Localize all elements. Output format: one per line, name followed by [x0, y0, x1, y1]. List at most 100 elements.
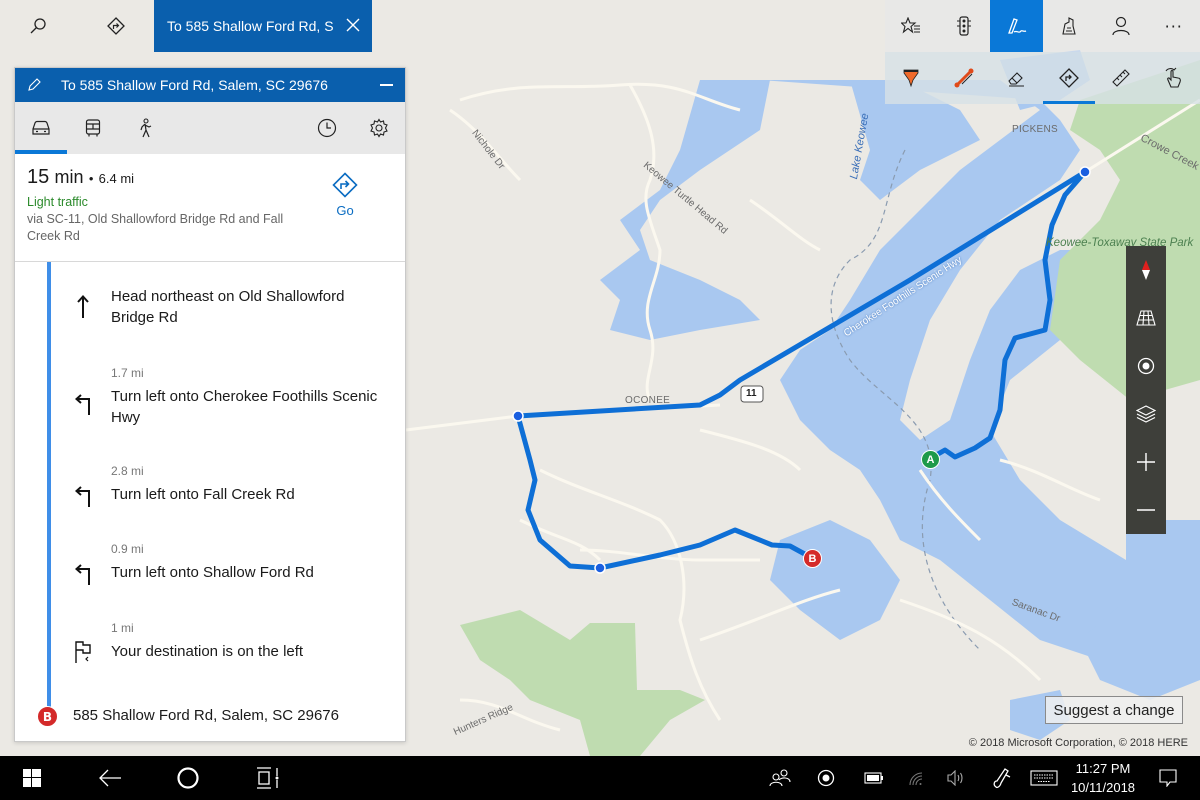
3d-cities-icon	[1062, 17, 1076, 35]
destination-address: 585 Shallow Ford Rd, Salem, SC 29676	[73, 707, 339, 724]
volume-icon	[947, 770, 963, 786]
touch-keyboard-button[interactable]	[1026, 756, 1062, 800]
destination-badge: B	[37, 706, 58, 727]
mode-drive-tab[interactable]	[15, 102, 67, 154]
cortana-icon	[177, 767, 199, 789]
arrow-up-icon	[73, 294, 93, 320]
ink-button[interactable]	[990, 0, 1043, 52]
step-instruction: Your destination is on the left	[111, 643, 304, 660]
directions-panel: To 585 Shallow Ford Rd, Salem, SC 29676 …	[14, 67, 406, 742]
go-label: Go	[336, 203, 354, 218]
mode-transit-tab[interactable]	[67, 102, 119, 154]
measure-icon	[954, 68, 974, 88]
panel-title: To 585 Shallow Ford Rd, Salem, SC 29676	[61, 77, 328, 93]
park-south	[460, 610, 705, 756]
people-button[interactable]	[762, 756, 798, 800]
record-icon	[817, 769, 835, 787]
map-layers-button[interactable]	[1126, 390, 1166, 438]
people-icon	[769, 769, 791, 787]
map-label-pickens: PICKENS	[1012, 124, 1059, 135]
close-tab-button[interactable]	[342, 14, 364, 36]
step-distance: 2.8 mi	[111, 464, 144, 478]
clock-time: 11:27 PM	[1075, 761, 1131, 776]
depart-time-button[interactable]	[301, 102, 353, 154]
more-button[interactable]: ···	[1148, 0, 1200, 52]
windows-ink-button[interactable]	[984, 756, 1020, 800]
volume-button[interactable]	[938, 756, 974, 800]
gear-icon	[370, 118, 388, 138]
zoom-in-button[interactable]	[1126, 438, 1166, 486]
start-marker[interactable]: A	[921, 450, 940, 469]
route-time-value: 15	[27, 166, 50, 188]
wifi-icon	[909, 772, 923, 786]
map-copyright: © 2018 Microsoft Corporation, © 2018 HER…	[968, 737, 1188, 749]
clock-date: 10/11/2018	[1070, 780, 1136, 795]
more-icon: ···	[1164, 16, 1183, 36]
account-button[interactable]	[1095, 0, 1148, 52]
destination-flag-icon	[73, 639, 93, 665]
back-button[interactable]	[88, 756, 132, 800]
ink-directions-button[interactable]	[1042, 52, 1096, 104]
navigate-icon	[332, 172, 358, 198]
start-button[interactable]	[12, 756, 52, 800]
measure-button[interactable]	[938, 52, 991, 104]
end-marker[interactable]: B	[803, 549, 822, 568]
edit-route-button[interactable]	[15, 78, 53, 92]
traffic-button[interactable]	[938, 0, 991, 52]
compass-button[interactable]	[1126, 246, 1166, 294]
system-clock[interactable]: 11:27 PM 10/11/2018	[1060, 759, 1146, 797]
ruler-button[interactable]	[1095, 52, 1148, 104]
ink-toolbar	[885, 52, 1200, 104]
step-instruction: Head northeast on Old Shallowford Bridge…	[111, 288, 345, 326]
route-summary[interactable]: 15 min • 6.4 mi Light traffic via SC-11,…	[15, 154, 405, 262]
directions-tab[interactable]: To 585 Shallow Ford Rd, Sale	[154, 0, 372, 52]
minimize-button[interactable]	[380, 84, 393, 86]
search-icon	[30, 18, 46, 34]
route-options-button[interactable]	[353, 102, 405, 154]
car-icon	[32, 120, 50, 135]
wifi-button[interactable]	[898, 756, 934, 800]
route-shield-label: 11	[746, 388, 757, 399]
waypoint-2	[512, 410, 524, 422]
plus-icon	[1137, 453, 1155, 471]
tilt-icon	[1136, 310, 1156, 326]
waypoint-1	[1079, 166, 1091, 178]
step-distance: 1.7 mi	[111, 366, 144, 380]
tilt-button[interactable]	[1126, 294, 1166, 342]
traffic-icon	[956, 16, 971, 36]
compass-icon	[1142, 260, 1150, 280]
windows-icon	[23, 769, 41, 787]
action-center-button[interactable]	[1150, 756, 1186, 800]
walk-icon	[140, 118, 152, 138]
cortana-button[interactable]	[166, 756, 210, 800]
layers-icon	[1136, 405, 1156, 423]
ink-icon	[1008, 18, 1027, 34]
suggest-change-button[interactable]: Suggest a change	[1045, 696, 1183, 724]
eraser-button[interactable]	[990, 52, 1043, 104]
battery-icon	[864, 772, 883, 784]
zoom-out-button[interactable]	[1126, 486, 1166, 534]
pen-button[interactable]	[885, 52, 938, 104]
pen-icon	[903, 69, 919, 88]
favorites-icon	[901, 17, 921, 34]
directions-button[interactable]	[78, 0, 154, 52]
record-button[interactable]	[808, 756, 844, 800]
touch-writing-button[interactable]	[1148, 52, 1200, 104]
battery-button[interactable]	[856, 756, 892, 800]
go-button[interactable]: Go	[325, 172, 365, 218]
taskbar: 11:27 PM 10/11/2018	[0, 756, 1200, 800]
lake-arm-south	[770, 520, 900, 640]
destination-row[interactable]: B 585 Shallow Ford Rd, Salem, SC 29676	[15, 706, 405, 734]
3d-cities-button[interactable]	[1043, 0, 1096, 52]
turn-left-icon	[73, 562, 93, 588]
search-button[interactable]	[0, 0, 76, 52]
waypoint-3	[594, 562, 606, 574]
state-park-area	[1050, 60, 1200, 400]
lake-arm-west	[600, 80, 770, 340]
my-location-button[interactable]	[1126, 342, 1166, 390]
account-icon	[1112, 16, 1130, 36]
mode-walk-tab[interactable]	[119, 102, 171, 154]
favorites-button[interactable]	[885, 0, 938, 52]
back-arrow-icon	[99, 769, 121, 787]
task-view-button[interactable]	[246, 756, 290, 800]
